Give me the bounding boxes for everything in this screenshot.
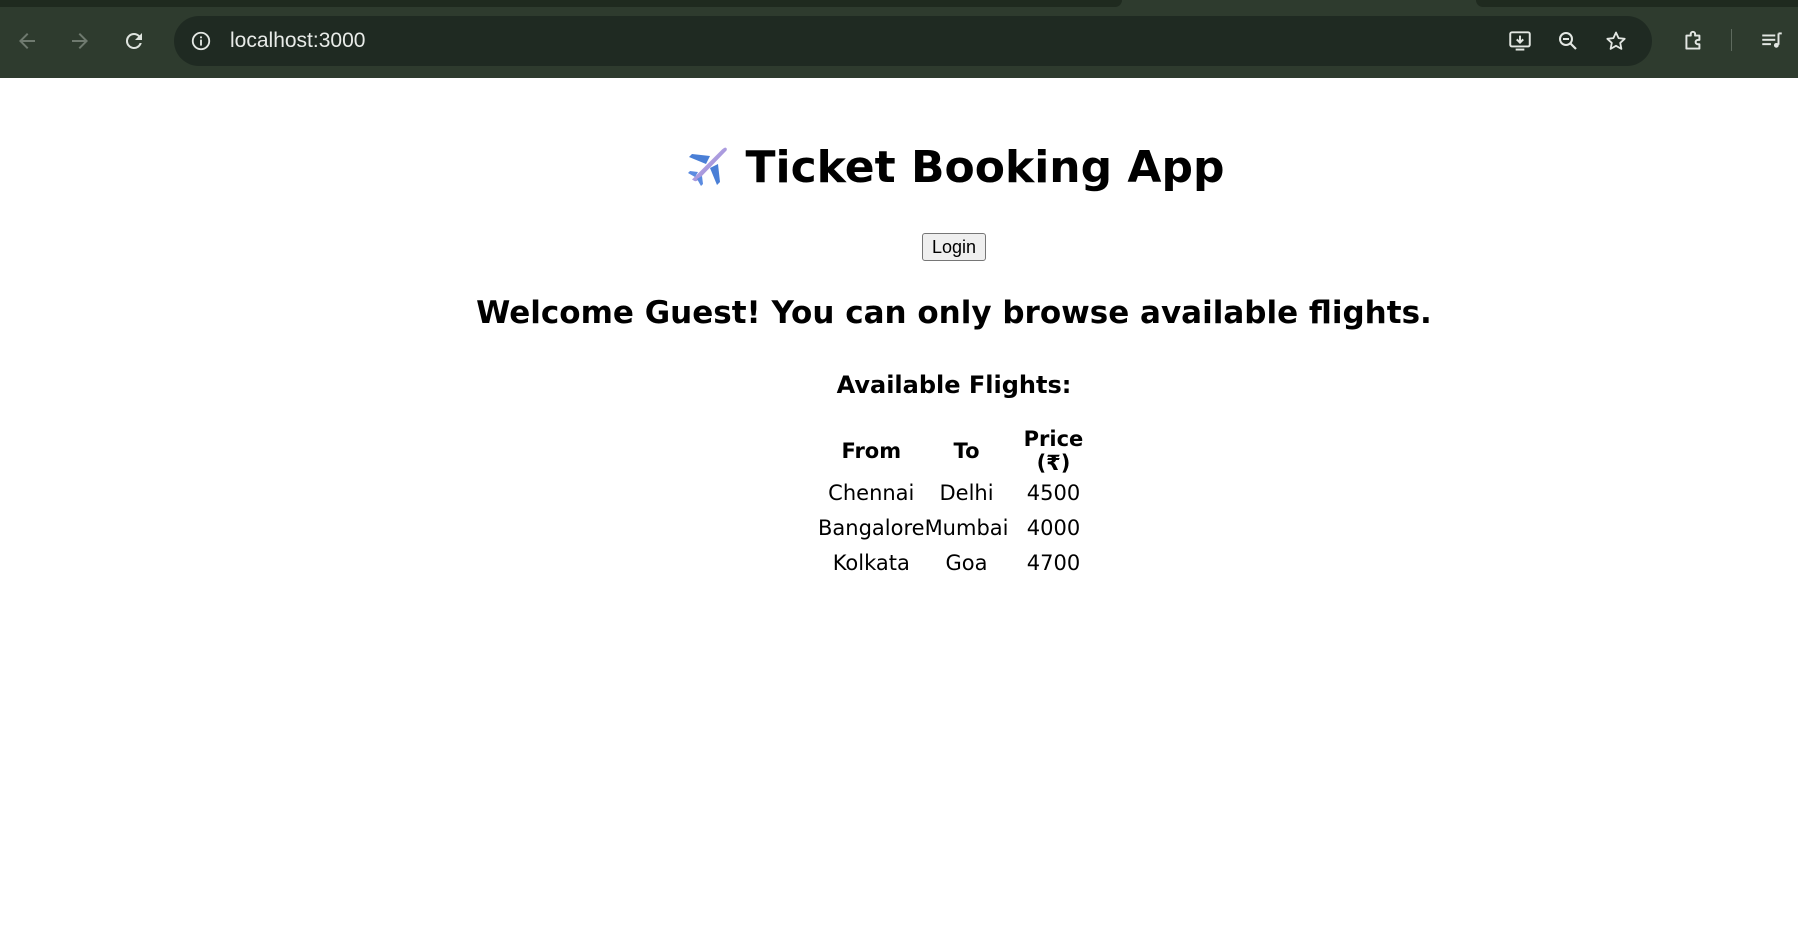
cell-to: Mumbai [924, 515, 1009, 540]
table-row: Bangalore Mumbai 4000 [818, 510, 1098, 545]
cell-from: Bangalore [818, 515, 925, 540]
star-icon [1606, 31, 1626, 50]
welcome-message: Welcome Guest! You can only browse avail… [476, 295, 1432, 331]
cell-price: 4000 [1026, 515, 1081, 540]
login-button[interactable]: Login [922, 233, 986, 261]
app-title-text: Ticket Booking App [745, 142, 1225, 193]
forward-button[interactable] [62, 23, 98, 59]
forward-arrow-icon [72, 33, 88, 49]
cell-to: Goa [945, 550, 988, 575]
column-header-price: Price (₹) [1023, 427, 1084, 475]
flights-table: From To Price (₹) Chennai Delhi 4500 Ban… [818, 427, 1098, 580]
extensions-button[interactable] [1679, 26, 1709, 56]
tab-strip-left [0, 0, 1122, 7]
back-arrow-icon [19, 33, 35, 49]
media-controls-icon [1762, 32, 1782, 48]
cell-price: 4500 [1026, 480, 1081, 505]
table-header-row: From To Price (₹) [818, 427, 1098, 475]
column-header-to: To [953, 439, 980, 463]
reload-button[interactable] [116, 23, 152, 59]
info-icon [191, 31, 211, 51]
cell-from: Kolkata [832, 550, 910, 575]
zoom-button[interactable] [1555, 28, 1581, 54]
zoom-out-icon [1559, 32, 1577, 50]
browser-toolbar: localhost:3000 [0, 0, 1798, 78]
back-button[interactable] [9, 23, 45, 59]
cell-price: 4700 [1026, 550, 1081, 575]
page-content: Ticket Booking App Login Welcome Guest! … [0, 78, 1798, 937]
cell-to: Delhi [939, 480, 994, 505]
table-row: Chennai Delhi 4500 [818, 475, 1098, 510]
install-app-icon [1509, 31, 1531, 51]
url-text[interactable]: localhost:3000 [230, 29, 365, 53]
tab-strip-right [1476, 0, 1798, 7]
table-row: Kolkata Goa 4700 [818, 545, 1098, 580]
puzzle-icon [1685, 30, 1701, 50]
toolbar-divider [1731, 29, 1732, 51]
flights-heading: Available Flights: [836, 371, 1072, 399]
cell-from: Chennai [828, 480, 915, 505]
media-controls-button[interactable] [1757, 26, 1787, 56]
page-title: Ticket Booking App [0, 138, 1798, 198]
column-header-from: From [841, 439, 902, 463]
address-bar[interactable]: localhost:3000 [174, 16, 1652, 66]
reload-icon [125, 32, 142, 49]
airplane-icon [687, 147, 727, 186]
bookmark-button[interactable] [1603, 28, 1629, 54]
site-info-button[interactable] [188, 28, 214, 54]
install-app-button[interactable] [1507, 28, 1533, 54]
